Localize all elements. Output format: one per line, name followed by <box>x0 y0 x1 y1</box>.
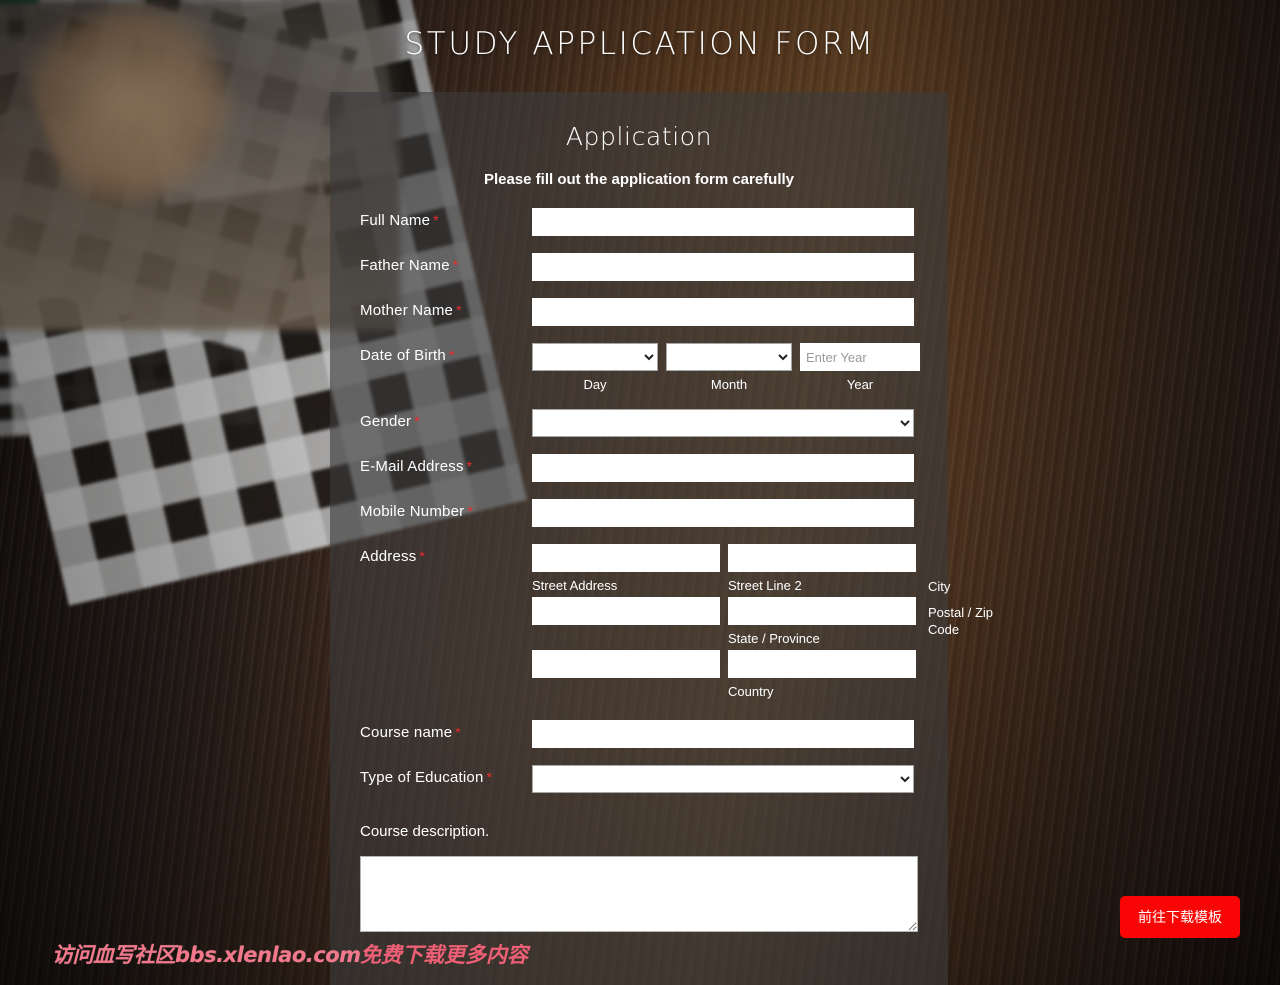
required-asterisk: * <box>414 413 420 429</box>
field-row-address: Address * Street Address Street Line 2 S… <box>330 544 993 703</box>
address-sub-labels-3: Country <box>532 684 948 699</box>
required-asterisk: * <box>456 302 462 318</box>
required-asterisk: * <box>467 503 473 519</box>
address-line-1 <box>532 544 948 572</box>
address-sub-labels-2: State / Province <box>532 631 948 646</box>
address-right-sub-labels: City Postal / Zip Code <box>928 578 998 638</box>
control-full-name <box>532 208 948 236</box>
dob-year-input[interactable] <box>800 343 920 371</box>
field-row-type-of-education: Type of Education * <box>330 765 948 793</box>
form-fields: Full Name* Father Name* Mother Name* <box>330 208 993 937</box>
email-input[interactable] <box>532 454 914 482</box>
spacer-sub-label <box>532 631 720 646</box>
label-full-name: Full Name * <box>360 208 532 230</box>
control-date-of-birth: Day Month Year <box>532 343 948 392</box>
required-asterisk: * <box>433 212 439 228</box>
street-line-2-input[interactable] <box>728 544 916 572</box>
control-mobile <box>532 499 948 527</box>
field-row-gender: Gender * <box>330 409 948 437</box>
field-row-course-name: Course name * <box>330 720 948 748</box>
label-mobile: Mobile Number * <box>360 499 532 521</box>
country-input[interactable] <box>728 650 916 678</box>
control-father-name <box>532 253 948 281</box>
label-address-text: Address <box>360 548 417 565</box>
label-date-of-birth-text: Date of Birth <box>360 347 446 364</box>
control-course-description <box>330 856 948 937</box>
control-mother-name <box>532 298 948 326</box>
download-template-button[interactable]: 前往下载模板 <box>1120 896 1240 938</box>
city-sub-label: City <box>928 579 951 594</box>
street-address-input[interactable] <box>532 544 720 572</box>
application-form-panel: Application Please fill out the applicat… <box>330 92 993 985</box>
required-asterisk: * <box>466 458 473 474</box>
state-province-input[interactable] <box>728 597 916 625</box>
label-mobile-text: Mobile Number <box>360 503 465 520</box>
page-title: STUDY APPLICATION FORM <box>404 26 876 62</box>
dob-year-sub-label: Year <box>846 377 874 392</box>
course-name-input[interactable] <box>532 720 914 748</box>
label-address: Address * <box>360 544 532 566</box>
full-name-input[interactable] <box>532 208 914 236</box>
field-row-father-name: Father Name * <box>330 253 948 281</box>
label-mother-name-text: Mother Name <box>360 302 454 319</box>
required-asterisk: * <box>455 724 461 740</box>
control-address: Street Address Street Line 2 State / Pro… <box>532 544 993 703</box>
dob-day-select[interactable] <box>532 343 658 371</box>
label-email: E-Mail Address * <box>360 454 532 476</box>
label-full-name-text: Full Name <box>360 212 431 229</box>
control-email <box>532 454 948 482</box>
dob-inputs <box>532 343 948 371</box>
control-course-name <box>532 720 948 748</box>
required-asterisk: * <box>452 257 459 273</box>
type-of-education-select[interactable] <box>532 765 914 793</box>
required-asterisk: * <box>419 548 426 564</box>
postal-zip-sub-label: Postal / Zip Code <box>928 605 994 637</box>
label-course-description: Course description. <box>360 823 490 840</box>
address-line-3 <box>532 650 948 678</box>
control-type-of-education <box>532 765 948 793</box>
address-sub-labels-1: Street Address Street Line 2 <box>532 578 948 593</box>
form-heading: Application <box>565 122 713 151</box>
mobile-input[interactable] <box>532 499 914 527</box>
postal-zip-input[interactable] <box>532 650 720 678</box>
dob-month-sub-label: Month <box>710 377 748 392</box>
field-row-mother-name: Mother Name * <box>330 298 948 326</box>
city-input[interactable] <box>532 597 720 625</box>
label-date-of-birth: Date of Birth * <box>360 343 532 365</box>
dob-month-select[interactable] <box>666 343 792 371</box>
father-name-input[interactable] <box>532 253 914 281</box>
page-root: STUDY APPLICATION FORM Application Pleas… <box>0 0 1280 985</box>
label-father-name: Father Name * <box>360 253 532 275</box>
required-asterisk: * <box>448 347 455 363</box>
field-row-email: E-Mail Address * <box>330 454 948 482</box>
field-row-full-name: Full Name * <box>330 208 948 236</box>
label-type-of-education-text: Type of Education <box>360 769 484 786</box>
dob-day-sub-label: Day <box>583 377 607 392</box>
label-course-name-text: Course name <box>360 724 453 741</box>
street-address-sub-label: Street Address <box>532 578 618 593</box>
spacer-sub-label-2 <box>532 684 720 699</box>
mother-name-input[interactable] <box>532 298 914 326</box>
dob-sub-labels: Day Month Year <box>532 377 948 392</box>
gender-select[interactable] <box>532 409 914 437</box>
label-father-name-text: Father Name <box>360 257 450 274</box>
required-asterisk: * <box>486 769 493 785</box>
street-line-2-sub-label: Street Line 2 <box>728 578 802 593</box>
country-sub-label: Country <box>728 684 774 699</box>
state-province-sub-label: State / Province <box>728 631 820 646</box>
watermark-left: 访问血写社区bbs.xlenlao.com <box>52 943 361 967</box>
label-email-text: E-Mail Address <box>360 458 464 475</box>
label-gender-text: Gender <box>360 413 412 430</box>
address-line-2 <box>532 597 948 625</box>
form-subheading: Please fill out the application form car… <box>483 171 795 188</box>
course-description-textarea[interactable] <box>360 856 918 932</box>
field-row-mobile: Mobile Number * <box>330 499 948 527</box>
control-gender <box>532 409 948 437</box>
label-gender: Gender * <box>360 409 532 431</box>
watermark-right: 免费下载更多内容 <box>360 943 528 967</box>
label-type-of-education: Type of Education * <box>360 765 532 787</box>
label-course-name: Course name * <box>360 720 532 742</box>
field-row-date-of-birth: Date of Birth* Day Month Year <box>330 343 948 392</box>
label-mother-name: Mother Name * <box>360 298 532 320</box>
